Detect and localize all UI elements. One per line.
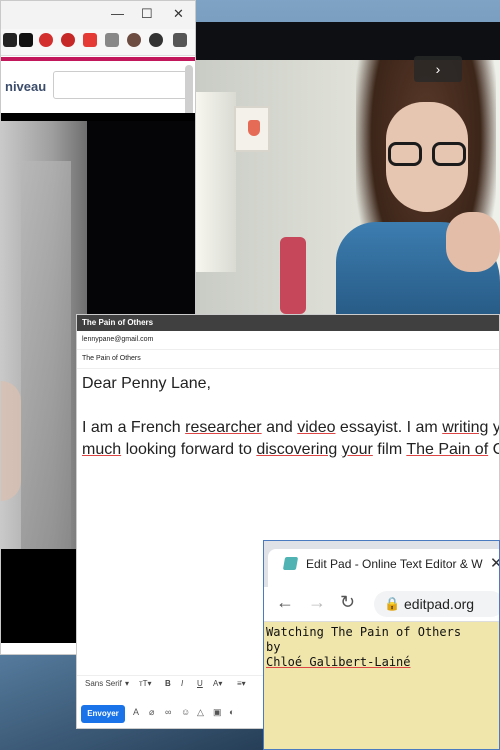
align-icon[interactable]: ≡▾	[237, 679, 246, 688]
editpad-tabbar: Edit Pad - Online Text Editor & W ✕	[264, 541, 499, 587]
extension-icon[interactable]	[19, 33, 33, 47]
address-bar[interactable]: 🔒 editpad.org	[374, 591, 499, 617]
extension-icon[interactable]	[3, 33, 17, 47]
underline-icon[interactable]: U	[197, 679, 203, 688]
maximize-button[interactable]: ☐	[141, 5, 153, 23]
editor-text-area[interactable]: Watching The Pain of Others by Chloé Gal…	[266, 625, 496, 670]
emoji-icon[interactable]: ☺	[181, 707, 190, 717]
attach-icon[interactable]: ⌀	[149, 707, 154, 718]
menu-icon[interactable]	[173, 33, 187, 47]
font-select[interactable]: Sans Serif	[85, 679, 122, 688]
extension-icon[interactable]	[149, 33, 163, 47]
reload-icon[interactable]: ↻	[340, 592, 355, 613]
text-color-icon[interactable]: A▾	[213, 679, 222, 688]
extension-icon[interactable]	[83, 33, 97, 47]
compose-title: The Pain of Others	[77, 315, 499, 331]
url-text: editpad.org	[404, 596, 475, 612]
editpad-window: Edit Pad - Online Text Editor & W ✕ ← → …	[263, 540, 500, 750]
text-size-icon[interactable]: тT▾	[139, 679, 152, 688]
extension-icon[interactable]	[127, 33, 141, 47]
editor-line: Chloé Galibert-Lainé	[266, 655, 411, 669]
video-frame-shadow	[21, 161, 71, 549]
webcam-picture-frame	[234, 106, 270, 152]
drive-icon[interactable]: △	[197, 707, 204, 718]
extension-icon[interactable]	[61, 33, 75, 47]
editor-line: by	[266, 640, 281, 654]
webcam-person-hand	[446, 212, 500, 272]
back-icon[interactable]: ←	[276, 592, 294, 613]
browser-titlebar: — ☐ ✕	[1, 1, 195, 29]
page-header-strip	[1, 57, 195, 61]
message-body[interactable]: Dear Penny Lane, I am a French researche…	[82, 373, 500, 461]
close-button[interactable]: ✕	[173, 5, 184, 23]
bold-icon[interactable]: B	[165, 679, 171, 688]
level-input[interactable]	[53, 71, 189, 99]
webcam-person-glasses	[388, 142, 468, 168]
lock-icon: 🔒	[384, 596, 401, 611]
editor-line: Watching The Pain of Others	[266, 625, 462, 639]
browser-extensions-toolbar	[1, 29, 195, 56]
format-options-icon[interactable]: A	[133, 707, 139, 717]
chevron-right-icon[interactable]: ›	[414, 56, 462, 82]
minimize-button[interactable]: —	[111, 5, 124, 23]
webcam-lamp	[196, 92, 236, 272]
to-field[interactable]: lennypane@gmail.com	[77, 331, 499, 350]
webcam-chair	[280, 237, 306, 314]
tab-title[interactable]: Edit Pad - Online Text Editor & W	[306, 557, 483, 571]
greeting: Dear Penny Lane,	[82, 375, 211, 392]
image-icon[interactable]: ▣	[213, 707, 222, 718]
level-label: niveau	[5, 79, 47, 94]
close-tab-icon[interactable]: ✕	[490, 554, 499, 572]
body-line-2: much looking forward to discovering your…	[82, 441, 499, 458]
forward-icon[interactable]: →	[308, 592, 326, 613]
editpad-nav-bar: ← → ↻ 🔒 editpad.org	[264, 587, 499, 622]
send-button[interactable]: Envoyer	[81, 705, 125, 723]
italic-icon[interactable]: I	[181, 679, 183, 688]
extension-icon[interactable]	[105, 33, 119, 47]
editpad-favicon-icon	[282, 557, 299, 570]
webcam-window: ›	[196, 22, 500, 314]
link-icon[interactable]: ∞	[165, 707, 171, 717]
body-line-1: I am a French researcher and video essay…	[82, 419, 500, 436]
chevron-down-icon[interactable]: ▾	[125, 679, 129, 688]
subject-field[interactable]: The Pain of Others	[77, 350, 499, 369]
extension-icon[interactable]	[39, 33, 53, 47]
level-row: niveau	[1, 63, 195, 109]
video-frame-finger	[1, 381, 21, 501]
lock-icon[interactable]: ◐	[229, 707, 234, 717]
